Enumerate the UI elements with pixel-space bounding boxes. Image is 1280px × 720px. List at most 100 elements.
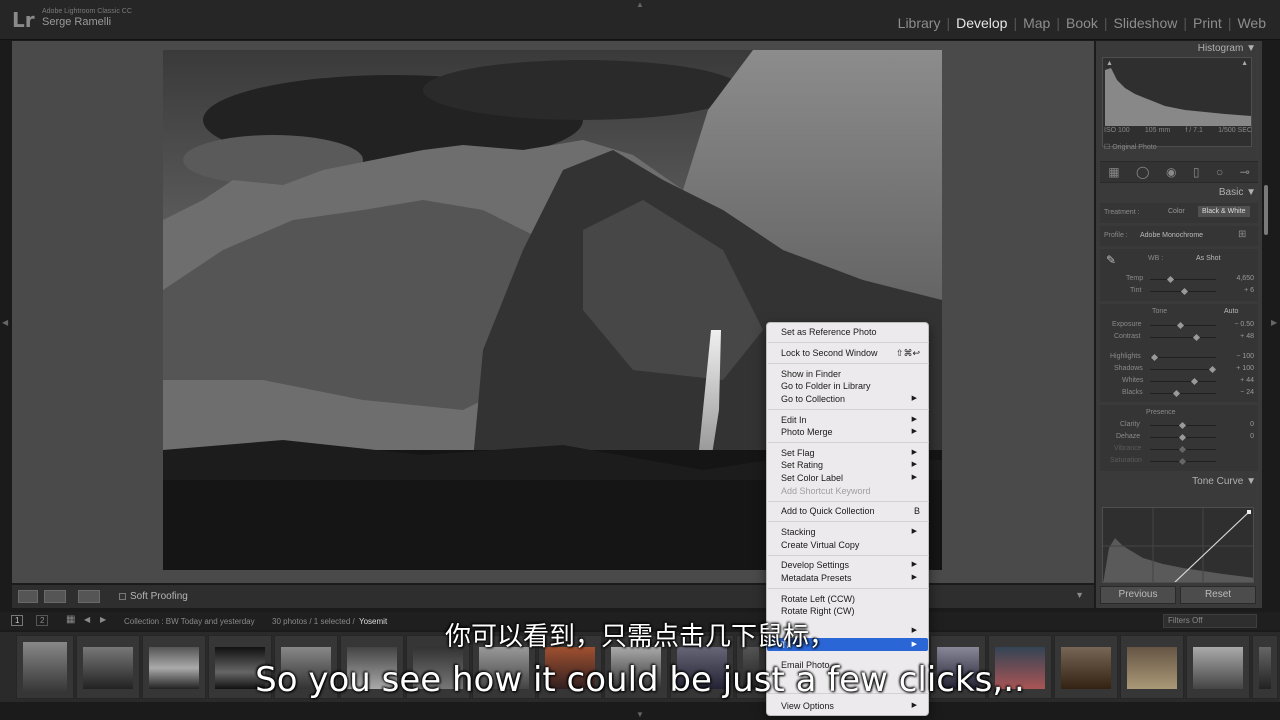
menu-go-to-folder[interactable]: Go to Folder in Library xyxy=(781,380,923,392)
crop-tool-icon[interactable]: ▦ xyxy=(1108,165,1119,179)
menu-show-in-finder[interactable]: Show in Finder xyxy=(781,368,923,380)
previous-button[interactable]: Previous xyxy=(1100,586,1176,604)
menu-lock-second-window[interactable]: Lock to Second Window ⇧⌘↩ xyxy=(781,347,923,359)
menu-stacking[interactable]: Stacking ▶ xyxy=(781,526,923,538)
highlight-clipping-icon[interactable]: ▲ xyxy=(1241,60,1248,67)
wb-eyedropper-icon[interactable]: ✎ xyxy=(1106,253,1116,267)
contrast-slider-knob[interactable] xyxy=(1192,333,1201,342)
module-print[interactable]: Print xyxy=(1187,15,1228,31)
menu-set-rating[interactable]: Set Rating ▶ xyxy=(781,459,923,471)
module-develop[interactable]: Develop xyxy=(950,15,1013,31)
menu-rotate-left[interactable]: Rotate Left (CCW) xyxy=(781,593,923,605)
shadows-slider-knob[interactable] xyxy=(1208,365,1217,374)
menu-go-to-collection[interactable]: Go to Collection ▶ xyxy=(781,393,923,405)
reset-button[interactable]: Reset xyxy=(1180,586,1256,604)
right-panel-scrollbar[interactable] xyxy=(1264,185,1268,235)
blacks-slider-knob[interactable] xyxy=(1172,389,1181,398)
before-after-button[interactable] xyxy=(44,590,66,603)
radial-filter-icon[interactable]: ○ xyxy=(1216,165,1223,179)
highlights-label: Highlights xyxy=(1110,353,1141,360)
module-map[interactable]: Map xyxy=(1017,15,1056,31)
profile-value[interactable]: Adobe Monochrome xyxy=(1140,232,1203,239)
tint-value[interactable]: + 6 xyxy=(1244,287,1254,294)
shadows-value[interactable]: + 100 xyxy=(1236,365,1254,372)
submenu-arrow-icon: ▶ xyxy=(911,428,917,435)
clarity-slider-knob[interactable] xyxy=(1178,421,1187,430)
tone-curve-graph[interactable] xyxy=(1102,507,1254,583)
histogram-header[interactable]: Histogram ▼ xyxy=(1198,43,1256,54)
menu-add-shortcut-keyword: Add Shortcut Keyword xyxy=(781,486,871,496)
soft-proofing-checkbox[interactable] xyxy=(119,593,126,600)
toolbar-menu-chevron-icon[interactable]: ▼ xyxy=(1075,590,1084,600)
shadow-clipping-icon[interactable]: ▲ xyxy=(1106,60,1113,67)
top-panel-toggle-icon[interactable]: ▲ xyxy=(636,0,644,9)
exposure-value[interactable]: − 0.50 xyxy=(1234,321,1254,328)
temp-slider-knob[interactable] xyxy=(1166,275,1175,284)
red-eye-icon[interactable]: ◉ xyxy=(1166,165,1176,179)
exposure-slider-knob[interactable] xyxy=(1176,321,1185,330)
compare-view-button[interactable] xyxy=(78,590,100,603)
whites-slider-knob[interactable] xyxy=(1190,377,1199,386)
temp-value[interactable]: 4,650 xyxy=(1236,275,1254,282)
menu-metadata-presets[interactable]: Metadata Presets ▶ xyxy=(781,572,923,584)
module-library[interactable]: Library xyxy=(892,15,947,31)
menu-separator xyxy=(768,588,929,589)
module-picker: Library | Develop | Map | Book | Slideshow | … xyxy=(892,15,1272,31)
treatment-label: Treatment : xyxy=(1104,209,1140,216)
right-panel-toggle-icon[interactable]: ▶ xyxy=(1271,318,1277,327)
saturation-label: Saturation xyxy=(1110,457,1142,464)
photo-context-menu: Set as Reference Photo Lock to Second Wi… xyxy=(766,322,929,716)
subtitle-chinese: 你可以看到，只需点击几下鼠标， xyxy=(444,622,835,652)
highlights-slider-knob[interactable] xyxy=(1150,353,1159,362)
adjustment-brush-icon[interactable]: ⊸ xyxy=(1240,165,1250,179)
spot-removal-icon[interactable]: ◯ xyxy=(1136,165,1149,179)
shutter-speed: 1/500 SEC xyxy=(1218,127,1252,134)
menu-view-options[interactable]: View Options ▶ xyxy=(781,700,923,712)
left-panel-toggle-icon[interactable]: ◀ xyxy=(2,318,8,327)
tone-curve-header[interactable]: Tone Curve ▼ xyxy=(1192,476,1256,487)
original-photo-label[interactable]: ☐ Original Photo xyxy=(1104,143,1157,151)
vibrance-slider-knob[interactable] xyxy=(1178,445,1187,454)
original-photo-text: Original Photo xyxy=(1112,144,1157,151)
dehaze-label: Dehaze xyxy=(1116,433,1141,440)
dehaze-slider-knob[interactable] xyxy=(1178,433,1187,442)
highlights-value[interactable]: − 100 xyxy=(1236,353,1254,360)
auto-tone-button[interactable]: Auto xyxy=(1224,308,1238,315)
contrast-value[interactable]: + 48 xyxy=(1240,333,1254,340)
bottom-panel-toggle-icon[interactable]: ▼ xyxy=(636,710,644,719)
menu-set-color-label[interactable]: Set Color Label ▶ xyxy=(781,472,923,484)
whites-value[interactable]: + 44 xyxy=(1240,377,1254,384)
module-book[interactable]: Book xyxy=(1060,15,1104,31)
menu-photo-merge[interactable]: Photo Merge ▶ xyxy=(781,426,923,438)
wb-value[interactable]: As Shot xyxy=(1196,255,1221,262)
menu-create-virtual-copy[interactable]: Create Virtual Copy xyxy=(781,539,923,551)
quick-collection-shortcut: B xyxy=(913,506,920,516)
graduated-filter-icon[interactable]: ▯ xyxy=(1193,165,1200,179)
histogram-title: Histogram xyxy=(1197,43,1244,54)
menu-separator xyxy=(768,342,929,343)
menu-set-reference-photo[interactable]: Set as Reference Photo xyxy=(781,326,923,338)
histogram-exif: ISO 100 105 mm f / 7.1 1/500 SEC xyxy=(1104,127,1252,134)
iso-value: ISO 100 xyxy=(1104,127,1130,134)
basic-header[interactable]: Basic ▼ xyxy=(1219,187,1256,198)
treatment-color-option[interactable]: Color xyxy=(1164,206,1189,217)
profile-browser-icon[interactable]: ⊞ xyxy=(1238,229,1246,240)
loupe-view-button[interactable] xyxy=(18,590,38,603)
tone-label: Tone xyxy=(1152,308,1168,315)
develop-toolbar: Soft Proofing ▼ xyxy=(12,584,1094,608)
menu-set-flag[interactable]: Set Flag ▶ xyxy=(781,447,923,459)
menu-add-quick-collection[interactable]: Add to Quick Collection B xyxy=(781,505,923,517)
menu-develop-settings[interactable]: Develop Settings ▶ xyxy=(781,559,923,571)
submenu-arrow-icon: ▶ xyxy=(911,461,917,468)
blacks-value[interactable]: − 24 xyxy=(1240,389,1254,396)
treatment-bw-option[interactable]: Black & White xyxy=(1198,206,1250,217)
basic-title: Basic xyxy=(1218,187,1244,198)
module-web[interactable]: Web xyxy=(1231,15,1272,31)
menu-separator xyxy=(768,442,929,443)
clarity-value[interactable]: 0 xyxy=(1250,421,1254,428)
tint-slider-knob[interactable] xyxy=(1180,287,1189,296)
module-slideshow[interactable]: Slideshow xyxy=(1108,15,1184,31)
dehaze-value[interactable]: 0 xyxy=(1250,433,1254,440)
menu-edit-in[interactable]: Edit In ▶ xyxy=(781,414,923,426)
saturation-slider-knob[interactable] xyxy=(1178,457,1187,466)
